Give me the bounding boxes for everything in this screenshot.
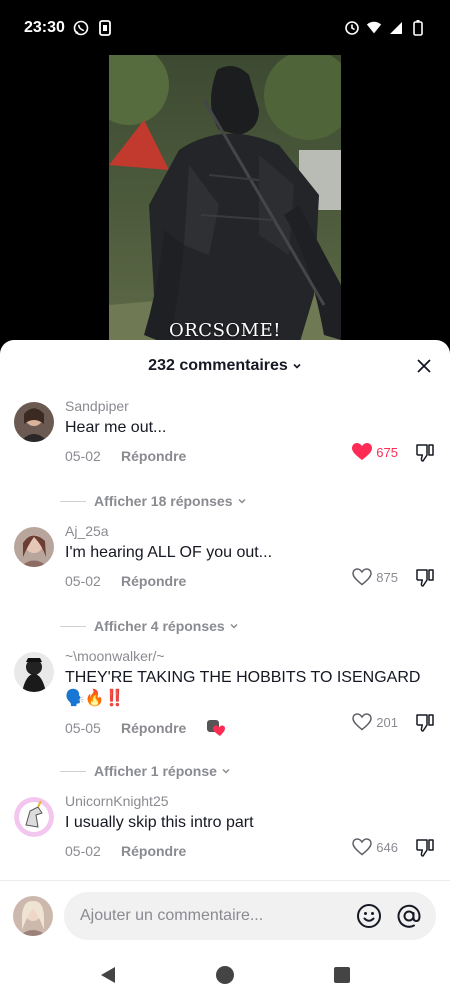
close-button[interactable] — [414, 356, 434, 376]
comment-username[interactable]: UnicornKnight25 — [65, 793, 450, 809]
reply-button[interactable]: Répondre — [121, 843, 186, 859]
comment-username[interactable]: Aj_25a — [65, 523, 450, 539]
reply-button[interactable]: Répondre — [121, 720, 186, 736]
sim-icon — [97, 20, 113, 36]
back-icon[interactable] — [97, 964, 119, 986]
chevron-down-icon — [230, 623, 238, 629]
signal-icon — [388, 20, 404, 36]
dislike-icon[interactable] — [414, 712, 436, 734]
divider — [60, 625, 86, 627]
wifi-icon — [366, 20, 382, 36]
chevron-down-icon — [222, 768, 230, 774]
like-count: 646 — [376, 839, 398, 855]
heart-outline-icon — [352, 568, 373, 586]
comment-item: ~\moonwalker/~ THEY'RE TAKING THE HOBBIT… — [0, 642, 450, 755]
dislike-icon[interactable] — [414, 837, 436, 859]
view-replies-button[interactable]: Afficher 18 réponses — [0, 485, 450, 517]
comments-header: 232 commentaires — [0, 340, 450, 392]
comment-text: I'm hearing ALL OF you out... — [65, 544, 273, 561]
view-replies-label: Afficher 18 réponses — [94, 493, 233, 509]
comment-item: Aj_25a I'm hearing ALL OF you out... 05-… — [0, 517, 450, 610]
chevron-down-icon — [237, 498, 246, 504]
view-replies-button[interactable]: Afficher 4 réponses — [0, 610, 450, 642]
comment-text: I usually skip this intro part — [65, 814, 254, 831]
comment-input-bar — [0, 880, 450, 950]
view-replies-label: Afficher 4 réponses — [94, 618, 225, 634]
avatar[interactable] — [14, 797, 54, 837]
heart-outline-icon — [352, 838, 373, 856]
comment-item: UnicornKnight25 I usually skip this intr… — [0, 787, 450, 880]
like-button[interactable]: 646 — [352, 838, 398, 856]
status-time: 23:30 — [24, 19, 65, 36]
mention-icon[interactable] — [396, 903, 422, 929]
comments-count-dropdown[interactable]: 232 commentaires — [148, 357, 302, 375]
reply-button[interactable]: Répondre — [121, 448, 186, 464]
comment-date: 05-05 — [65, 720, 101, 736]
like-button[interactable]: 675 — [352, 443, 398, 461]
comments-count: 232 commentaires — [148, 357, 288, 374]
comment-username[interactable]: Sandpiper — [65, 398, 450, 414]
status-bar: 23:30 — [0, 0, 450, 56]
comment-date: 05-02 — [65, 448, 101, 464]
comment-date: 05-02 — [65, 573, 101, 589]
dislike-icon[interactable] — [414, 567, 436, 589]
view-replies-button[interactable]: Afficher 1 réponse — [0, 755, 450, 787]
avatar[interactable] — [14, 652, 54, 692]
avatar[interactable] — [14, 527, 54, 567]
emoji-icon[interactable] — [356, 903, 382, 929]
creator-liked-badge-icon — [207, 720, 226, 736]
comment-username[interactable]: ~\moonwalker/~ — [65, 648, 450, 664]
comment-item: Sandpiper Hear me out... 05-02 Répondre … — [0, 392, 450, 485]
like-button[interactable]: 875 — [352, 568, 398, 586]
avatar — [13, 896, 53, 936]
divider — [60, 770, 86, 772]
alarm-icon — [344, 20, 360, 36]
comment-input[interactable] — [80, 907, 350, 925]
home-icon[interactable] — [214, 964, 236, 986]
battery-icon — [410, 20, 426, 36]
dislike-icon[interactable] — [414, 442, 436, 464]
video-caption: ORCSOME! — [169, 320, 281, 341]
video-frame — [109, 55, 341, 345]
like-count: 875 — [376, 569, 398, 585]
like-count: 201 — [376, 714, 398, 730]
video-player[interactable]: ORCSOME! — [109, 55, 341, 345]
recents-icon[interactable] — [331, 964, 353, 986]
view-replies-label: Afficher 1 réponse — [94, 763, 217, 779]
comment-text: THEY'RE TAKING THE HOBBITS TO ISENGARD 🗣… — [65, 669, 421, 707]
close-icon — [417, 359, 431, 373]
reply-button[interactable]: Répondre — [121, 573, 186, 589]
like-count: 675 — [376, 444, 398, 460]
comment-input-container[interactable] — [64, 892, 436, 940]
navigation-bar — [0, 950, 450, 1000]
heart-filled-icon — [352, 443, 373, 460]
comment-list: Sandpiper Hear me out... 05-02 Répondre … — [0, 392, 450, 880]
comment-text: Hear me out... — [65, 419, 167, 436]
comment-date: 05-02 — [65, 843, 101, 859]
avatar[interactable] — [14, 402, 54, 442]
heart-outline-icon — [352, 713, 373, 731]
divider — [60, 500, 86, 502]
chevron-down-icon — [293, 363, 301, 369]
like-button[interactable]: 201 — [352, 713, 398, 731]
whatsapp-icon — [73, 20, 89, 36]
